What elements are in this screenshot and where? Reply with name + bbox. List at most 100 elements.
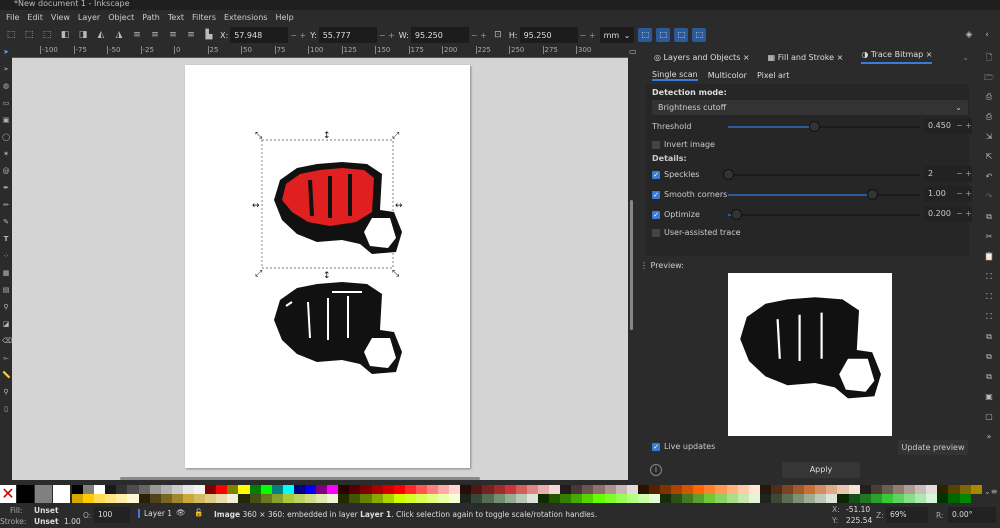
- color-swatch[interactable]: [759, 494, 771, 503]
- selector-tool-icon[interactable]: ➤: [2, 48, 10, 62]
- color-swatch[interactable]: [604, 485, 616, 494]
- color-swatch[interactable]: [249, 485, 261, 494]
- visibility-icon[interactable]: 👁: [176, 508, 186, 517]
- color-swatch[interactable]: [415, 485, 427, 494]
- color-swatch[interactable]: [682, 494, 694, 503]
- color-swatch[interactable]: [194, 485, 206, 494]
- color-swatch[interactable]: [238, 494, 250, 503]
- color-swatch[interactable]: [737, 494, 749, 503]
- color-swatch[interactable]: [438, 485, 450, 494]
- color-swatch[interactable]: [449, 485, 461, 494]
- color-swatch[interactable]: [72, 485, 84, 494]
- fill-indicator[interactable]: Unset: [34, 506, 59, 515]
- group-icon[interactable]: ▣: [984, 392, 994, 405]
- color-swatch[interactable]: [493, 494, 505, 503]
- color-swatch[interactable]: [537, 485, 550, 494]
- color-swatch[interactable]: [316, 494, 328, 503]
- no-paint-swatch[interactable]: ✕: [0, 485, 16, 503]
- swatch-gray[interactable]: [35, 485, 52, 503]
- node-tool-icon[interactable]: ➢: [2, 65, 10, 79]
- color-swatch[interactable]: [815, 485, 827, 494]
- stepper[interactable]: − +: [952, 186, 972, 202]
- color-swatch[interactable]: [349, 494, 361, 503]
- color-swatch[interactable]: [304, 485, 317, 494]
- stepper[interactable]: − +: [952, 166, 972, 182]
- h-stepper[interactable]: − +: [580, 31, 596, 40]
- color-swatch[interactable]: [804, 485, 816, 494]
- color-swatch[interactable]: [460, 494, 472, 503]
- vertical-scrollbar[interactable]: [630, 200, 633, 330]
- color-swatch[interactable]: [892, 485, 905, 494]
- x-stepper[interactable]: − +: [290, 31, 306, 40]
- color-swatch[interactable]: [837, 485, 849, 494]
- color-swatch[interactable]: [171, 494, 183, 503]
- color-swatch[interactable]: [393, 485, 405, 494]
- color-swatch[interactable]: [915, 494, 927, 503]
- color-swatch[interactable]: [770, 485, 782, 494]
- save-icon[interactable]: ⎙: [984, 92, 994, 105]
- zoom-spinbox[interactable]: 69%: [886, 507, 928, 523]
- color-swatch[interactable]: [549, 485, 561, 494]
- color-swatch[interactable]: [737, 485, 749, 494]
- copy-icon[interactable]: ⧉: [984, 212, 994, 225]
- color-swatch[interactable]: [715, 494, 727, 503]
- color-swatch[interactable]: [360, 494, 372, 503]
- print-icon[interactable]: ⎙: [984, 112, 994, 125]
- color-swatch[interactable]: [160, 494, 172, 503]
- menu-layer[interactable]: Layer: [78, 13, 100, 22]
- speckles-checkbox[interactable]: ✓ Speckles: [652, 170, 699, 179]
- checkbox-checked[interactable]: ✓: [652, 210, 660, 219]
- color-swatch[interactable]: [338, 485, 350, 494]
- unlink-clone-icon[interactable]: ⧉: [984, 372, 994, 385]
- color-swatch[interactable]: [604, 494, 616, 503]
- h-input[interactable]: [519, 27, 578, 43]
- star-tool-icon[interactable]: ✶: [2, 150, 10, 164]
- connector-tool-icon[interactable]: ⟜: [2, 354, 10, 368]
- color-swatch[interactable]: [271, 494, 283, 503]
- optimize-spinbox[interactable]: 0.200− +: [924, 206, 972, 222]
- paste-icon[interactable]: 📋: [984, 252, 994, 265]
- color-swatch[interactable]: [149, 485, 161, 494]
- color-swatch[interactable]: [937, 494, 949, 503]
- stepper[interactable]: − +: [952, 118, 972, 134]
- color-swatch[interactable]: [282, 485, 294, 494]
- dropper-tool-icon[interactable]: ⚲: [2, 303, 10, 317]
- drag-handle-icon[interactable]: ⋮: [640, 261, 648, 270]
- x-input[interactable]: [230, 27, 289, 43]
- color-swatch[interactable]: [227, 485, 239, 494]
- stroke-width[interactable]: 1.00: [64, 517, 81, 526]
- horizontal-scrollbar[interactable]: [120, 477, 480, 480]
- color-swatch[interactable]: [249, 494, 261, 503]
- color-swatch[interactable]: [659, 494, 672, 503]
- color-swatch[interactable]: [560, 485, 572, 494]
- color-swatch[interactable]: [626, 494, 638, 503]
- checkbox[interactable]: [652, 140, 660, 149]
- zoom-page-icon[interactable]: ⛶: [984, 312, 994, 325]
- stepper[interactable]: − +: [952, 206, 972, 222]
- color-swatch[interactable]: [759, 485, 771, 494]
- color-swatch[interactable]: [371, 485, 383, 494]
- checkbox[interactable]: [652, 228, 660, 237]
- open-icon[interactable]: 🗁: [984, 72, 994, 85]
- color-swatch[interactable]: [571, 485, 583, 494]
- color-swatch[interactable]: [182, 485, 195, 494]
- update-preview-button[interactable]: Update preview: [898, 440, 968, 455]
- color-swatch[interactable]: [804, 494, 816, 503]
- color-swatch[interactable]: [593, 494, 605, 503]
- menu-path[interactable]: Path: [142, 13, 160, 22]
- raise-icon[interactable]: ≡: [148, 28, 162, 42]
- w-input[interactable]: [410, 27, 469, 43]
- color-swatch[interactable]: [748, 494, 760, 503]
- user-assisted-trace-checkbox[interactable]: User-assisted trace: [652, 228, 741, 237]
- smooth-corners-spinbox[interactable]: 1.00 − +: [924, 186, 972, 202]
- color-swatch[interactable]: [138, 494, 150, 503]
- color-swatch[interactable]: [826, 494, 838, 503]
- color-swatch[interactable]: [515, 494, 527, 503]
- palette-menu-icon[interactable]: ⌄≡: [984, 487, 997, 496]
- color-swatch[interactable]: [271, 485, 283, 494]
- snap-icon[interactable]: ◈: [962, 28, 976, 42]
- zoom-tool-icon[interactable]: ⚲: [2, 388, 10, 402]
- color-swatch[interactable]: [637, 494, 649, 503]
- display-mode-icon[interactable]: ▭: [629, 47, 637, 56]
- color-swatch[interactable]: [659, 485, 672, 494]
